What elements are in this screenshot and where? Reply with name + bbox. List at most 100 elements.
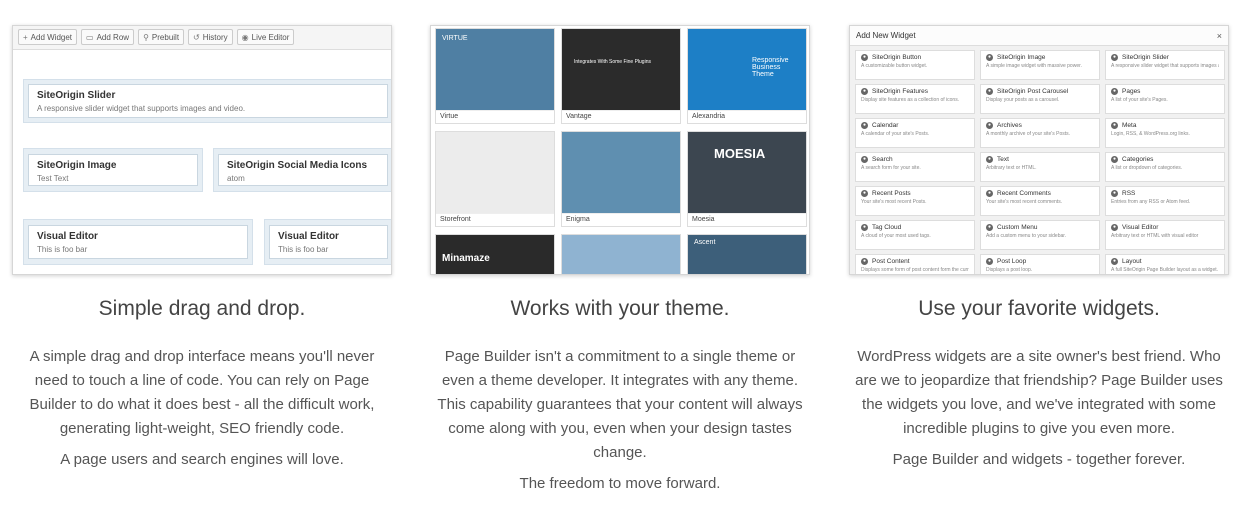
widget-tile-desc: Arbitrary text or HTML with visual edito…: [1111, 233, 1199, 239]
widget-tile[interactable]: ● Tag Cloud A cloud of your most used tags…: [855, 220, 975, 250]
widget-tile-desc: Add a custom menu to your sidebar.: [986, 233, 1067, 239]
theme-card[interactable]: Integrates With Some Fine Plugins Vantag…: [561, 28, 681, 124]
widget-tile-desc: A calendar of your site's Posts.: [861, 131, 930, 137]
feature-title: Simple drag and drop.: [98, 297, 306, 320]
builder-row[interactable]: Visual Editor This is foo bar: [264, 219, 391, 265]
widget-tile[interactable]: ● Meta Login, RSS, & WordPress.org links.: [1105, 118, 1225, 148]
widget-icon: ●: [986, 88, 993, 95]
theme-card[interactable]: VIRTUE Virtue: [435, 28, 555, 124]
builder-row[interactable]: Visual Editor This is foo bar: [23, 219, 253, 265]
widget-tile-desc: A list or dropdown of categories.: [1111, 165, 1183, 171]
widget-tile-name: Calendar: [872, 122, 899, 129]
widget-icon: ●: [986, 224, 993, 231]
widget-tile-name: SiteOrigin Slider: [1122, 54, 1169, 61]
widget-tile-desc: A list of your site's Pages.: [1111, 97, 1168, 103]
widgets-dialog-screenshot: Add New Widget × ● SiteOrigin Button A cus…: [849, 25, 1229, 275]
themes-screenshot: VIRTUE Virtue Integrates With Some Fine …: [430, 25, 810, 275]
widget-tile-name: SiteOrigin Button: [872, 54, 922, 61]
widget-tile-name: Post Content: [872, 258, 910, 265]
builder-canvas: SiteOrigin Slider A responsive slider wi…: [13, 50, 391, 274]
widget-tile-name: Visual Editor: [1122, 224, 1159, 231]
dialog-header: Add New Widget ×: [850, 26, 1228, 46]
theme-card[interactable]: Storefront: [435, 131, 555, 227]
feature-description: Page Builder isn't a commitment to a sin…: [437, 348, 803, 461]
widget-tile-name: RSS: [1122, 190, 1136, 197]
widget-tile-desc: Arbitrary text or HTML.: [986, 165, 1037, 171]
widget-tile[interactable]: ● Post Content Displays some form of post …: [855, 254, 975, 274]
add-row-button[interactable]: ▭ Add Row: [81, 29, 135, 45]
widget-tile[interactable]: ● SiteOrigin Post Carousel Display your po…: [980, 84, 1100, 114]
theme-card[interactable]: MOESIA Moesia: [687, 131, 807, 227]
widget-tile-name: Layout: [1122, 258, 1142, 265]
widget-tile[interactable]: ● Archives A monthly archive of your site'…: [980, 118, 1100, 148]
widget-tile[interactable]: ● Text Arbitrary text or HTML.: [980, 152, 1100, 182]
builder-row[interactable]: SiteOrigin Social Media Icons atom: [213, 148, 391, 192]
feature-description: WordPress widgets are a site owner's bes…: [855, 348, 1223, 437]
widget-social-media-icons[interactable]: SiteOrigin Social Media Icons atom: [218, 154, 388, 186]
widget-visual-editor[interactable]: Visual Editor This is foo bar: [269, 225, 388, 259]
theme-card[interactable]: Ascent: [687, 234, 807, 274]
widget-tile-name: Meta: [1122, 122, 1137, 129]
widget-tile[interactable]: ● Pages A list of your site's Pages.: [1105, 84, 1225, 114]
eye-icon: ◉: [241, 32, 249, 42]
widget-tile[interactable]: ● Layout A full SiteOrigin Page Builder la…: [1105, 254, 1225, 274]
dialog-body: ● SiteOrigin Button A customizable button …: [850, 46, 1228, 274]
widget-tile[interactable]: ● Calendar A calendar of your site's Posts…: [855, 118, 975, 148]
history-icon: ↺: [193, 32, 200, 42]
widget-tile[interactable]: ● Search A search form for your site.: [855, 152, 975, 182]
widget-icon: ●: [986, 156, 993, 163]
builder-toolbar: + Add Widget ▭ Add Row ⚲ Prebuilt ↺ History …: [13, 26, 391, 50]
add-widget-button[interactable]: + Add Widget: [18, 29, 78, 45]
widget-icon: ●: [1111, 54, 1118, 61]
widget-tile[interactable]: ● Categories A list or dropdown of categor…: [1105, 152, 1225, 182]
widget-tile-name: Post Loop: [997, 258, 1027, 265]
widget-tile-name: Recent Posts: [872, 190, 911, 197]
widget-tile[interactable]: ● SiteOrigin Button A customizable button …: [855, 50, 975, 80]
widget-tile-desc: A full SiteOrigin Page Builder layout as…: [1111, 267, 1219, 273]
feature-tagline: Page Builder and widgets - together fore…: [892, 451, 1186, 468]
widget-icon: ●: [986, 54, 993, 61]
widget-tile-desc: Your site's most recent comments.: [986, 199, 1063, 205]
widget-icon: ●: [861, 156, 868, 163]
widget-icon: ●: [861, 258, 868, 265]
widget-tile[interactable]: ● Recent Posts Your site's most recent Pos…: [855, 186, 975, 216]
widget-icon: ●: [861, 122, 868, 129]
widget-tile[interactable]: ● Post Loop Displays a post loop.: [980, 254, 1100, 274]
row-icon: ▭: [86, 32, 94, 42]
theme-card[interactable]: Enigma: [561, 131, 681, 227]
theme-card[interactable]: Responsive Business Theme Alexandria: [687, 28, 807, 124]
theme-card[interactable]: [561, 234, 681, 274]
widget-icon: ●: [1111, 156, 1118, 163]
widget-tile-name: Tag Cloud: [872, 224, 902, 231]
feature-description: A simple drag and drop interface means y…: [29, 348, 375, 437]
widget-image[interactable]: SiteOrigin Image Test Text: [28, 154, 198, 186]
widget-tile[interactable]: ● Visual Editor Arbitrary text or HTML wit…: [1105, 220, 1225, 250]
feature-title: Use your favorite widgets.: [918, 297, 1160, 320]
widget-visual-editor[interactable]: Visual Editor This is foo bar: [28, 225, 248, 259]
live-editor-button[interactable]: ◉ Live Editor: [236, 29, 295, 45]
close-icon[interactable]: ×: [1217, 31, 1222, 41]
prebuilt-button[interactable]: ⚲ Prebuilt: [138, 29, 185, 45]
builder-row[interactable]: SiteOrigin Slider A responsive slider wi…: [23, 79, 391, 123]
widget-tile-name: SiteOrigin Post Carousel: [997, 88, 1069, 95]
widget-tile[interactable]: ● Recent Comments Your site's most recent …: [980, 186, 1100, 216]
builder-row[interactable]: SiteOrigin Image Test Text: [23, 148, 203, 192]
widget-tile[interactable]: ● RSS Entries from any RSS or Atom feed.: [1105, 186, 1225, 216]
prebuilt-icon: ⚲: [143, 32, 149, 42]
widget-tile-desc: Login, RSS, & WordPress.org links.: [1111, 131, 1190, 137]
widget-tile-desc: A responsive slider widget that supports…: [1111, 63, 1219, 69]
widget-tile-name: Custom Menu: [997, 224, 1038, 231]
history-button[interactable]: ↺ History: [188, 29, 233, 45]
theme-card[interactable]: Minamaze: [435, 234, 555, 274]
widget-slider[interactable]: SiteOrigin Slider A responsive slider wi…: [28, 84, 388, 118]
widget-tile-name: Archives: [997, 122, 1022, 129]
widget-tile-desc: A search form for your site.: [861, 165, 921, 171]
widget-tile[interactable]: ● SiteOrigin Image A simple image widget w…: [980, 50, 1100, 80]
widget-tile-name: Search: [872, 156, 893, 163]
widget-tile[interactable]: ● Custom Menu Add a custom menu to your si…: [980, 220, 1100, 250]
widget-tile[interactable]: ● SiteOrigin Slider A responsive slider wi…: [1105, 50, 1225, 80]
widget-tile[interactable]: ● SiteOrigin Features Display site feature…: [855, 84, 975, 114]
widget-icon: ●: [986, 258, 993, 265]
widget-tile-desc: A monthly archive of your site's Posts.: [986, 131, 1071, 137]
widget-icon: ●: [1111, 122, 1118, 129]
